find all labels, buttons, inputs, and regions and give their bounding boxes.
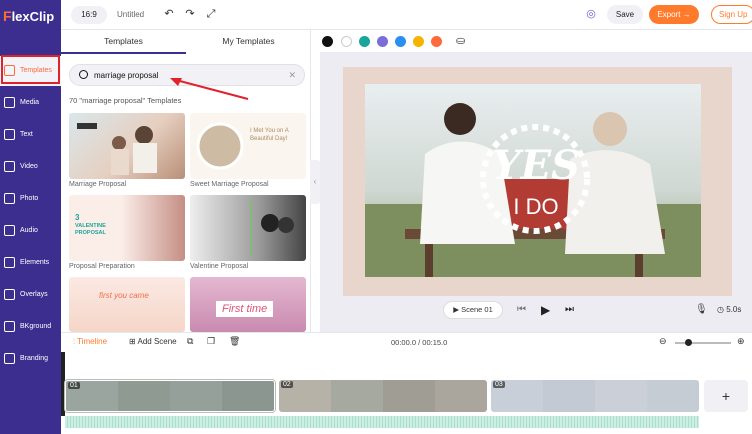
search-icon <box>79 70 88 79</box>
project-title[interactable]: Untitled <box>117 10 144 19</box>
split-icon[interactable]: ⧉ <box>187 336 193 347</box>
aspect-ratio-button[interactable]: 16:9 <box>71 6 107 24</box>
chat-icon[interactable]: ◎ <box>585 8 597 20</box>
top-bar: 16:9 Untitled ↶ ↷ ⤢ ◎ Save Export → Sign… <box>61 0 752 30</box>
background-icon <box>4 321 15 332</box>
add-scene-button[interactable]: ⊞ Add Scene <box>129 337 177 346</box>
scene-duration[interactable]: ◷ 5.0s <box>717 305 741 314</box>
flexclip-logo[interactable]: FlexClip <box>3 8 61 24</box>
template-thumb-4[interactable] <box>190 195 306 261</box>
annotation-arrow <box>170 78 249 100</box>
media-icon <box>4 97 15 108</box>
overlays-icon <box>4 289 15 300</box>
add-clip-button[interactable]: + <box>704 380 748 412</box>
color-swatch-blue[interactable] <box>395 36 406 47</box>
canvas-text-i-do[interactable]: I DO <box>505 194 567 220</box>
clear-icon[interactable]: ✕ <box>288 70 296 81</box>
timeline-toolbar: ⫶ Timeline ⊞ Add Scene ⧉ ❐ 🗑 00:00.0 / 0… <box>61 332 752 352</box>
delete-icon[interactable]: 🗑 <box>229 336 240 347</box>
signup-button[interactable]: Sign Up <box>711 5 752 24</box>
template-thumb-5[interactable]: first you came <box>69 277 185 332</box>
zoom-in-icon[interactable]: ⊕ <box>737 336 745 347</box>
video-icon <box>4 161 15 172</box>
timeline-clip-1[interactable]: 01 <box>65 380 275 412</box>
template-3-number: 3 <box>75 213 80 222</box>
color-swatch-white[interactable] <box>341 36 352 47</box>
scene-selector[interactable]: ▶ Scene 01 <box>443 301 503 319</box>
tab-my-templates[interactable]: My Templates <box>186 36 311 46</box>
timeline-clip-2[interactable]: 02 <box>279 380 487 412</box>
next-icon[interactable]: ⏭ <box>565 304 574 315</box>
color-swatch-purple[interactable] <box>377 36 388 47</box>
sidebar-item-audio[interactable]: Audio <box>0 216 61 246</box>
color-swatch-yellow[interactable] <box>413 36 424 47</box>
result-count: 70 "marriage proposal" Templates <box>69 96 182 105</box>
elements-icon <box>4 257 15 268</box>
template-6-overlay: First time <box>216 301 274 317</box>
sidebar-item-overlays[interactable]: Overlays <box>0 280 61 310</box>
redo-icon[interactable]: ↷ <box>184 8 196 20</box>
fullscreen-icon[interactable]: ⤢ <box>205 8 217 20</box>
time-display: 00:00.0 / 00:15.0 <box>391 338 448 347</box>
timeline-track: 01 02 03 + <box>61 352 752 434</box>
tab-templates[interactable]: Templates <box>61 36 186 46</box>
template-caption-4: Valentine Proposal <box>190 263 249 270</box>
duplicate-icon[interactable]: ❐ <box>207 336 215 347</box>
previous-icon[interactable]: ⏮ <box>517 304 526 315</box>
template-caption-2: Sweet Marriage Proposal <box>190 181 269 188</box>
audio-waveform[interactable] <box>65 416 699 428</box>
player-controls: ▶ Scene 01 ⏮ ▶ ⏭ 🎙 ◷ 5.0s <box>343 301 752 321</box>
template-thumb-3[interactable]: 3 VALENTINE PROPOSAL <box>69 195 185 261</box>
zoom-slider[interactable] <box>675 339 731 346</box>
timeline-clip-3[interactable]: 03 <box>491 380 699 412</box>
preview-photo[interactable]: YES I DO <box>365 84 701 277</box>
sidebar-item-bkground[interactable]: BKground <box>0 312 61 342</box>
save-button[interactable]: Save <box>607 5 643 24</box>
undo-icon[interactable]: ↶ <box>163 8 175 20</box>
color-swatch-black[interactable] <box>322 36 333 47</box>
sidebar-item-text[interactable]: Text <box>0 120 61 150</box>
collapse-panel-handle[interactable]: ‹ <box>310 160 320 204</box>
export-button[interactable]: Export → <box>649 5 699 24</box>
color-swatch-orange[interactable] <box>431 36 442 47</box>
zoom-slider-handle[interactable] <box>685 339 692 346</box>
timeline-toggle[interactable]: ⫶ Timeline <box>73 337 107 347</box>
template-thumb-1[interactable] <box>69 113 185 179</box>
template-3-overlay: VALENTINE PROPOSAL <box>75 223 106 236</box>
sidebar-item-video[interactable]: Video <box>0 152 61 182</box>
text-icon <box>4 129 15 140</box>
sidebar-item-branding[interactable]: Branding <box>0 344 61 374</box>
sidebar-item-photo[interactable]: Photo <box>0 184 61 214</box>
zoom-out-icon[interactable]: ⊖ <box>659 336 667 347</box>
color-swatch-teal[interactable] <box>359 36 370 47</box>
template-caption-3: Proposal Preparation <box>69 263 135 270</box>
sidebar-item-elements[interactable]: Elements <box>0 248 61 278</box>
highlight-box <box>1 55 60 84</box>
active-tab-indicator <box>61 52 186 54</box>
audio-icon <box>4 225 15 236</box>
play-icon[interactable]: ▶ <box>541 303 550 317</box>
template-5-overlay: first you came <box>99 291 149 300</box>
template-thumb-2[interactable]: I Met You on A Beautiful Day! <box>190 113 306 179</box>
photo-icon <box>4 193 15 204</box>
template-2-overlay: I Met You on A Beautiful Day! <box>250 128 289 142</box>
template-thumb-6[interactable]: First time <box>190 277 306 332</box>
microphone-icon[interactable]: 🎙 <box>695 304 708 315</box>
fill-bucket-icon[interactable]: ⛀ <box>456 36 467 47</box>
branding-icon <box>4 353 15 364</box>
sidebar-item-media[interactable]: Media <box>0 88 61 118</box>
template-caption-1: Marriage Proposal <box>69 181 127 188</box>
canvas-text-yes[interactable]: YES <box>491 142 581 189</box>
